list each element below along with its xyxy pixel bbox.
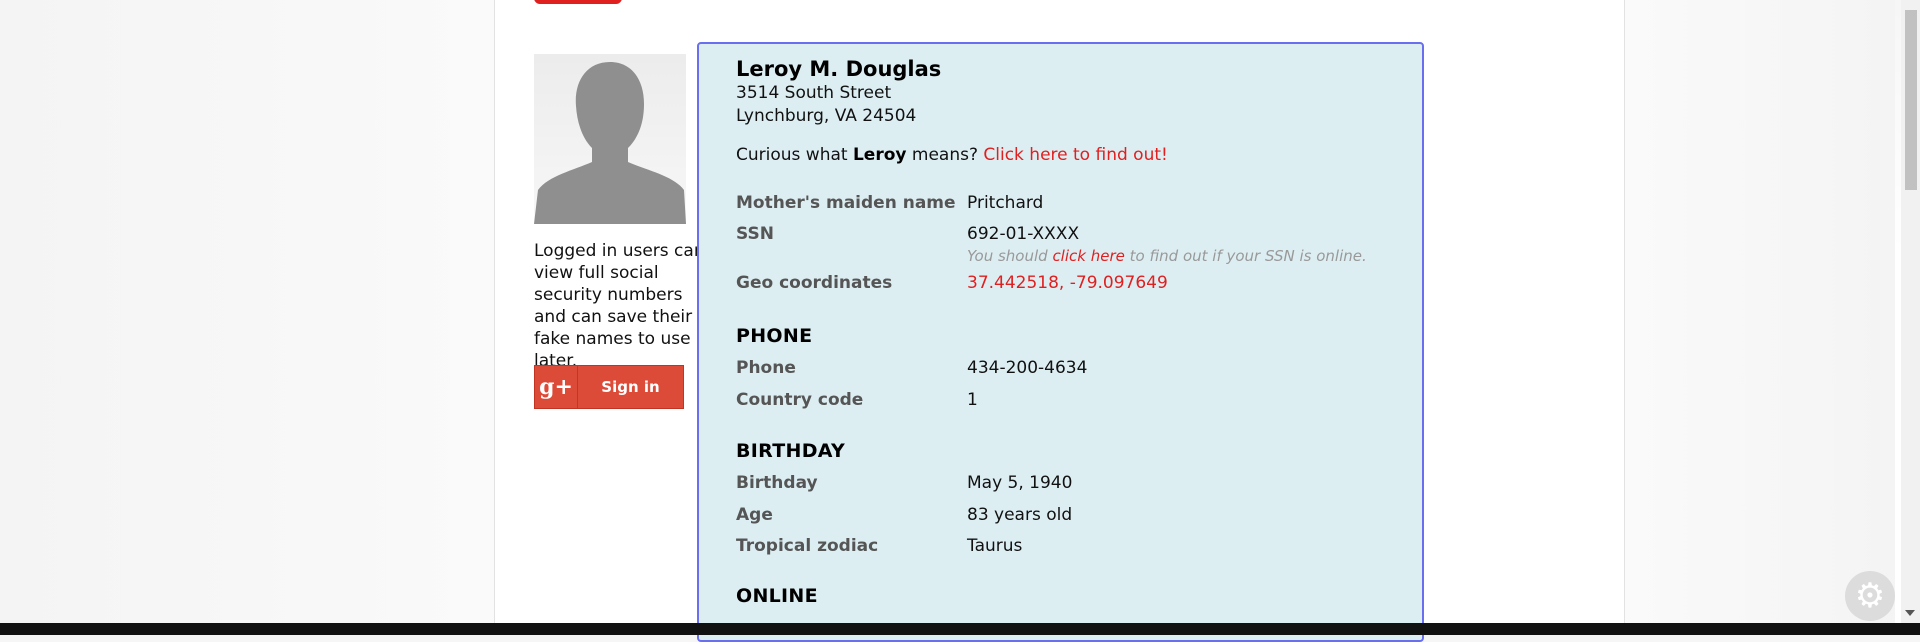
zodiac-label: Tropical zodiac: [736, 536, 879, 556]
age-label: Age: [736, 505, 773, 525]
page-background-left: [0, 0, 494, 623]
geo-row: Geo coordinates 37.442518, -79.097649: [736, 272, 1392, 295]
login-note: Logged in users can view full social sec…: [534, 241, 705, 371]
name-meaning-prefix: Curious what: [736, 145, 853, 165]
zodiac-row: Tropical zodiac Taurus: [736, 535, 1392, 558]
country-code-row: Country code 1: [736, 389, 1392, 412]
country-code-value: 1: [967, 390, 978, 410]
scrollbar-thumb[interactable]: [1905, 10, 1917, 190]
scroll-down-arrow-icon[interactable]: [1905, 610, 1915, 616]
birthday-heading: BIRTHDAY: [736, 440, 846, 462]
person-silhouette-icon: [534, 62, 686, 224]
ssn-hint-suffix: to find out if your SSN is online.: [1124, 247, 1367, 265]
city-state-zip: Lynchburg, VA 24504: [736, 106, 917, 126]
phone-value: 434-200-4634: [967, 358, 1088, 378]
name-meaning-link[interactable]: Click here to find out!: [983, 145, 1167, 165]
maiden-name-row: Mother's maiden name Pritchard: [736, 192, 1392, 215]
ssn-label: SSN: [736, 224, 774, 244]
first-name: Leroy: [852, 145, 907, 165]
vertical-scrollbar[interactable]: [1901, 0, 1920, 623]
geo-coordinates-link[interactable]: 37.442518, -79.097649: [967, 272, 1168, 295]
country-code-label: Country code: [736, 390, 864, 410]
ssn-check-link[interactable]: click here: [1052, 247, 1124, 265]
signin-label: Sign in: [601, 378, 660, 396]
bottom-bar: [0, 623, 1920, 635]
identity-card: Leroy M. Douglas 3514 South Street Lynch…: [697, 42, 1424, 642]
gear-icon[interactable]: ⚙: [1845, 571, 1895, 621]
name-meaning-line: Curious what Leroy means? Click here to …: [736, 144, 1392, 167]
geo-label: Geo coordinates: [736, 273, 893, 293]
street-address: 3514 South Street: [736, 83, 892, 103]
age-value: 83 years old: [967, 505, 1073, 525]
google-plus-icon: g+: [535, 365, 578, 409]
birthday-label: Birthday: [736, 473, 818, 493]
maiden-name-label: Mother's maiden name: [736, 193, 956, 213]
phone-heading: PHONE: [736, 325, 813, 347]
phone-label: Phone: [736, 358, 796, 378]
page-background-right: [1625, 0, 1895, 623]
zodiac-value: Taurus: [967, 536, 1023, 556]
online-heading: ONLINE: [736, 585, 818, 607]
ssn-value: 692-01-XXXX: [967, 224, 1080, 244]
google-signin-button[interactable]: g+ Sign in: [534, 365, 684, 409]
ssn-hint: You should click here to find out if you…: [967, 246, 1367, 266]
age-row: Age 83 years old: [736, 504, 1392, 527]
ssn-hint-prefix: You should: [967, 247, 1053, 265]
generate-button[interactable]: [534, 0, 622, 4]
ssn-row: SSN 692-01-XXXX You should click here to…: [736, 223, 1392, 266]
phone-row: Phone 434-200-4634: [736, 357, 1392, 380]
full-name: Leroy M. Douglas: [736, 57, 942, 81]
birthday-value: May 5, 1940: [967, 473, 1073, 493]
birthday-row: Birthday May 5, 1940: [736, 472, 1392, 495]
avatar: [534, 54, 686, 224]
maiden-name-value: Pritchard: [967, 193, 1044, 213]
name-meaning-middle: means?: [906, 145, 984, 165]
